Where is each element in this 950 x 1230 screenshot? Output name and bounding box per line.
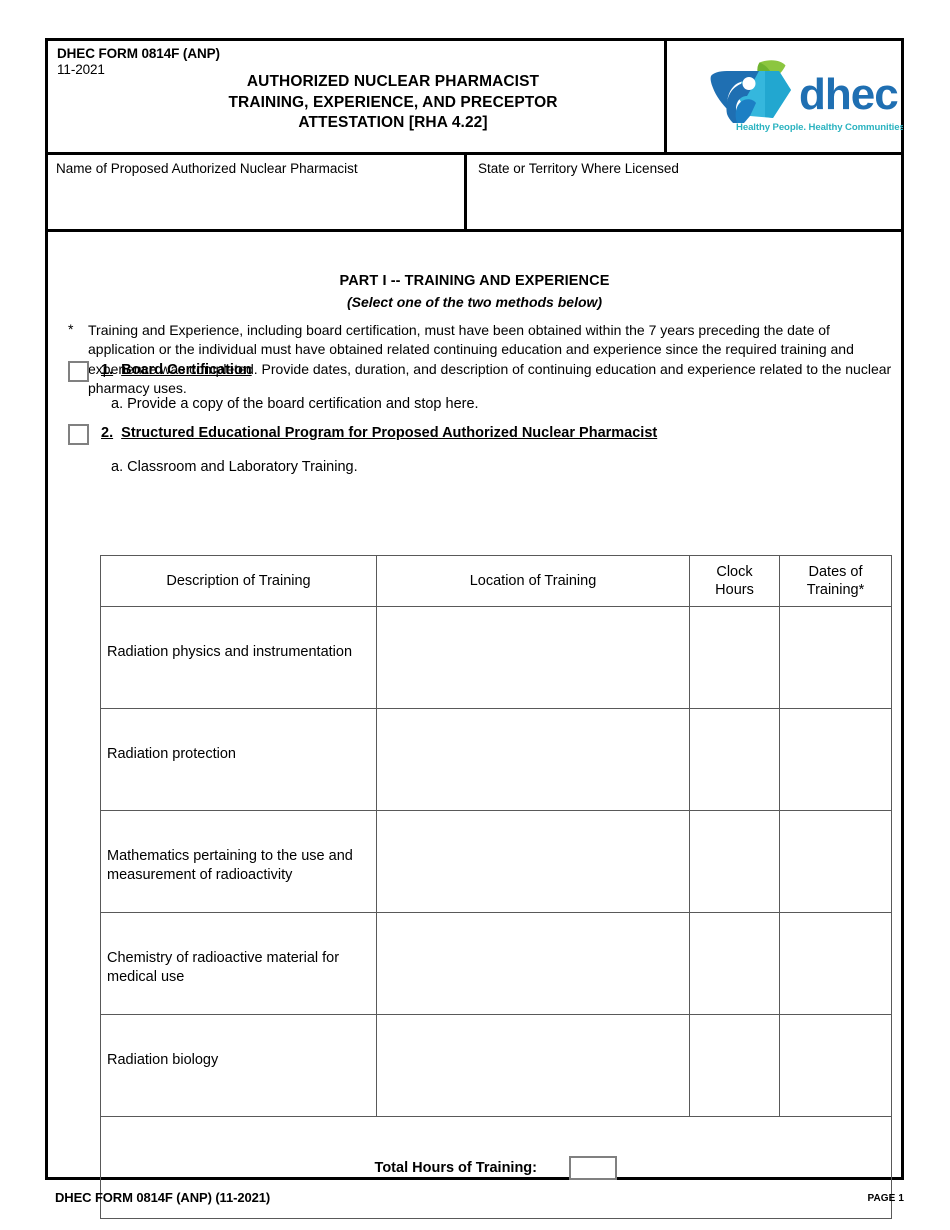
column-header-dates-line1: Dates of <box>808 564 863 580</box>
option-1-heading: 1. Board Certification <box>101 362 252 378</box>
form-revision-date: 11-2021 <box>57 62 105 77</box>
column-header-location: Location of Training <box>376 555 690 607</box>
page-title-line-2: TRAINING, EXPERIENCE, AND PRECEPTOR <box>228 93 558 111</box>
option-1-number: 1. <box>101 362 114 378</box>
form-number: DHEC FORM 0814F (ANP) <box>57 46 220 61</box>
training-table-header: Description of Training Location of Trai… <box>100 555 892 607</box>
column-header-description: Description of Training <box>100 555 377 607</box>
header-title-cell: DHEC FORM 0814F (ANP) 11-2021 AUTHORIZED… <box>48 41 667 152</box>
cell-clock-hours[interactable] <box>689 606 780 709</box>
option-1-subitem: a. Provide a copy of the board certifica… <box>111 396 479 412</box>
cell-dates[interactable] <box>779 1014 892 1117</box>
cell-clock-hours[interactable] <box>689 810 780 913</box>
table-row: Mathematics pertaining to the use and me… <box>100 810 892 913</box>
page-title-line-1: AUTHORIZED NUCLEAR PHARMACIST <box>246 73 540 90</box>
cell-clock-hours[interactable] <box>689 708 780 811</box>
training-description: Radiation biology <box>107 1052 219 1068</box>
total-hours-group: Total Hours of Training: <box>374 1155 618 1180</box>
column-header-clock-hours-line2: Hours <box>715 582 754 598</box>
option-2-label: Structured Educational Program for Propo… <box>121 425 658 441</box>
state-territory-cell[interactable]: State or Territory Where Licensed <box>470 155 901 229</box>
footer-form-number: DHEC FORM 0814F (ANP) (11-2021) <box>55 1190 271 1205</box>
dhec-logo-icon: dhec Healthy People. Healthy Communities… <box>710 60 907 133</box>
column-header-dates: Dates of Training* <box>779 555 892 607</box>
table-row: Chemistry of radioactive material for me… <box>100 912 892 1015</box>
training-description: Mathematics pertaining to the use and me… <box>107 848 353 883</box>
classroom-laboratory-training-table: Description of Training Location of Trai… <box>100 555 892 1219</box>
training-description: Chemistry of radioactive material for me… <box>107 950 340 985</box>
applicant-identification-row: Name of Proposed Authorized Nuclear Phar… <box>48 155 901 232</box>
option-2-number: 2. <box>101 425 114 441</box>
cell-dates[interactable] <box>779 708 892 811</box>
pharmacist-name-cell[interactable]: Name of Proposed Authorized Nuclear Phar… <box>48 155 467 229</box>
state-territory-label: State or Territory Where Licensed <box>478 161 679 176</box>
cell-dates[interactable] <box>779 810 892 913</box>
total-hours-input[interactable] <box>569 1155 618 1180</box>
training-table-header-row: Description of Training Location of Trai… <box>100 555 892 607</box>
form-document-frame: DHEC FORM 0814F (ANP) 11-2021 AUTHORIZED… <box>45 38 907 1219</box>
page-title-line-3: ATTESTATION [RHA 4.22] <box>298 114 488 131</box>
cell-description: Radiation biology <box>100 1014 377 1117</box>
part-one-title: PART I -- TRAINING AND EXPERIENCE <box>339 273 610 289</box>
part-one-subtitle: (Select one of the two methods below) <box>346 294 603 310</box>
checkbox-board-certification[interactable] <box>68 361 89 382</box>
cell-description: Chemistry of radioactive material for me… <box>100 912 377 1015</box>
column-header-clock-hours: Clock Hours <box>689 555 780 607</box>
cell-clock-hours[interactable] <box>689 912 780 1015</box>
dhec-wordmark: dhec <box>799 70 898 119</box>
cell-location[interactable] <box>376 810 690 913</box>
cell-location[interactable] <box>376 606 690 709</box>
cell-description: Radiation physics and instrumentation <box>100 606 377 709</box>
training-table-body: Radiation physics and instrumentation Ra… <box>100 606 892 1219</box>
option-1-label: Board Certification <box>121 362 252 378</box>
page-title: AUTHORIZED NUCLEAR PHARMACIST TRAINING, … <box>133 72 653 134</box>
cell-location[interactable] <box>376 1014 690 1117</box>
option-2-heading: 2. Structured Educational Program for Pr… <box>101 425 657 441</box>
header-logo-cell: dhec Healthy People. Healthy Communities… <box>670 41 907 152</box>
cell-dates[interactable] <box>779 912 892 1015</box>
form-header-band: DHEC FORM 0814F (ANP) 11-2021 AUTHORIZED… <box>48 41 907 155</box>
cell-description: Mathematics pertaining to the use and me… <box>100 810 377 913</box>
dhec-logo: dhec Healthy People. Healthy Communities… <box>703 56 907 140</box>
part-one-body: PART I -- TRAINING AND EXPERIENCE (Selec… <box>48 232 901 1219</box>
table-row: Radiation physics and instrumentation <box>100 606 892 709</box>
cell-dates[interactable] <box>779 606 892 709</box>
table-row: Radiation biology <box>100 1014 892 1117</box>
total-hours-label: Total Hours of Training: <box>374 1159 537 1176</box>
note-asterisk: * <box>68 321 74 337</box>
cell-location[interactable] <box>376 708 690 811</box>
training-description: Radiation protection <box>107 746 236 762</box>
training-description: Radiation physics and instrumentation <box>107 644 353 660</box>
column-header-dates-line2: Training* <box>806 582 865 598</box>
footer-page-number: PAGE 1 <box>867 1193 904 1204</box>
cell-description: Radiation protection <box>100 708 377 811</box>
pharmacist-name-label: Name of Proposed Authorized Nuclear Phar… <box>56 161 358 176</box>
option-2-subitem: a. Classroom and Laboratory Training. <box>111 459 358 475</box>
column-header-clock-hours-line1: Clock <box>716 564 753 580</box>
checkbox-structured-educational-program[interactable] <box>68 424 89 445</box>
table-row: Radiation protection <box>100 708 892 811</box>
cell-clock-hours[interactable] <box>689 1014 780 1117</box>
part-one-note: Training and Experience, including board… <box>88 322 892 397</box>
dhec-tagline: Healthy People. Healthy Communities. <box>736 122 903 133</box>
cell-location[interactable] <box>376 912 690 1015</box>
